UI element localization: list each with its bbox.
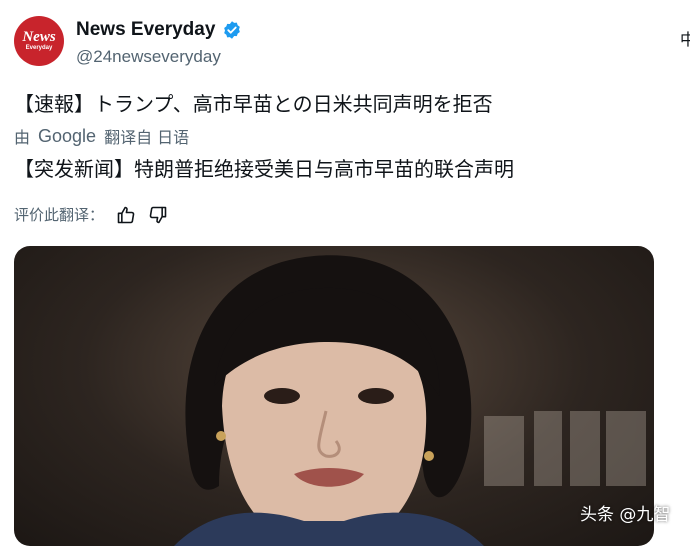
rate-translation-row: 评价此翻译： <box>14 204 168 225</box>
corner-text: 中 <box>679 30 690 49</box>
rate-translation-label: 评价此翻译： <box>14 206 105 224</box>
account-name-text: News Everyday <box>76 19 216 40</box>
portrait-illustration <box>174 255 646 546</box>
translation-prefix: 由 <box>14 128 31 147</box>
avatar[interactable]: News Everyday <box>14 16 64 66</box>
account-handle[interactable]: @24newseveryday <box>76 47 221 67</box>
translated-tweet-text: 【突发新闻】特朗普拒绝接受美日与高市早苗的联合声明 <box>14 157 514 181</box>
verified-badge-icon <box>224 21 241 39</box>
tweet-text: 【速報】トランプ、高市早苗との日米共同声明を拒否 <box>14 92 493 116</box>
avatar-logo-text: News <box>22 29 56 45</box>
watermark-text: 头条 @九智 <box>580 505 671 525</box>
google-logo-text: Google <box>38 125 97 146</box>
thumbs-up-icon[interactable] <box>116 205 136 225</box>
tweet-media-image[interactable] <box>14 246 654 546</box>
translated-from-link[interactable]: 翻译自 日语 <box>104 124 189 148</box>
thumbs-down-icon[interactable] <box>148 205 168 225</box>
avatar-logo-subtext: Everyday <box>25 45 53 51</box>
account-name[interactable]: News Everyday <box>76 19 242 41</box>
translation-attribution: 由 Google 翻译自 日语 <box>14 124 189 148</box>
